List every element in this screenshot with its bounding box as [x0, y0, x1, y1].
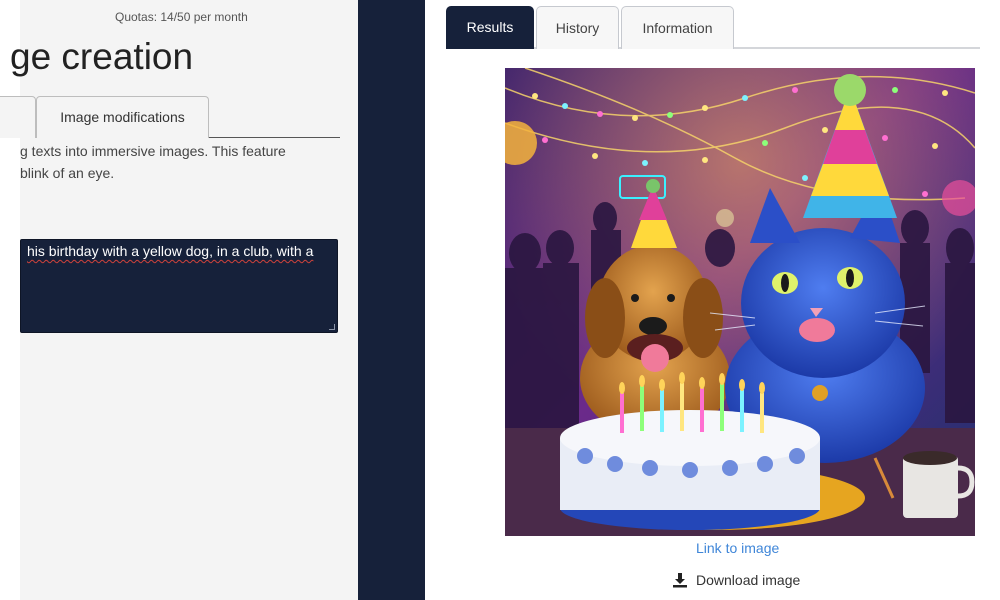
page-title: ge creation	[10, 36, 194, 77]
download-icon	[673, 573, 687, 588]
generated-image[interactable]	[505, 68, 975, 536]
results-panel: Results History Information Link to imag…	[425, 0, 1000, 600]
prompt-textarea[interactable]: his birthday with a yellow dog, in a clu…	[20, 239, 338, 333]
tab-history[interactable]: History	[536, 6, 619, 49]
download-image-button[interactable]: Download image	[672, 570, 800, 590]
image-creation-panel: Quotas: 14/50 per month ge creation Imag…	[0, 0, 358, 600]
feature-description: g texts into immersive images. This feat…	[20, 140, 350, 184]
panel-divider	[358, 0, 425, 600]
prompt-text: his birthday with a yellow dog, in a clu…	[27, 243, 314, 259]
tab-results[interactable]: Results	[446, 6, 534, 49]
download-label: Download image	[696, 572, 801, 588]
left-gutter	[0, 0, 20, 600]
generated-image-illustration	[505, 68, 975, 536]
mode-tabs: Image modifications	[0, 96, 340, 138]
quota-text: Quotas: 14/50 per month	[115, 10, 248, 24]
result-tabs: Results History Information	[446, 6, 980, 49]
tab-information[interactable]: Information	[621, 6, 734, 49]
description-line-1: g texts into immersive images. This feat…	[20, 143, 286, 159]
tab-image-modifications[interactable]: Image modifications	[36, 96, 209, 138]
description-line-2: blink of an eye.	[20, 165, 115, 181]
tab-image-creation[interactable]	[0, 96, 36, 138]
resize-handle[interactable]	[329, 324, 335, 330]
link-to-image[interactable]: Link to image	[696, 540, 779, 556]
